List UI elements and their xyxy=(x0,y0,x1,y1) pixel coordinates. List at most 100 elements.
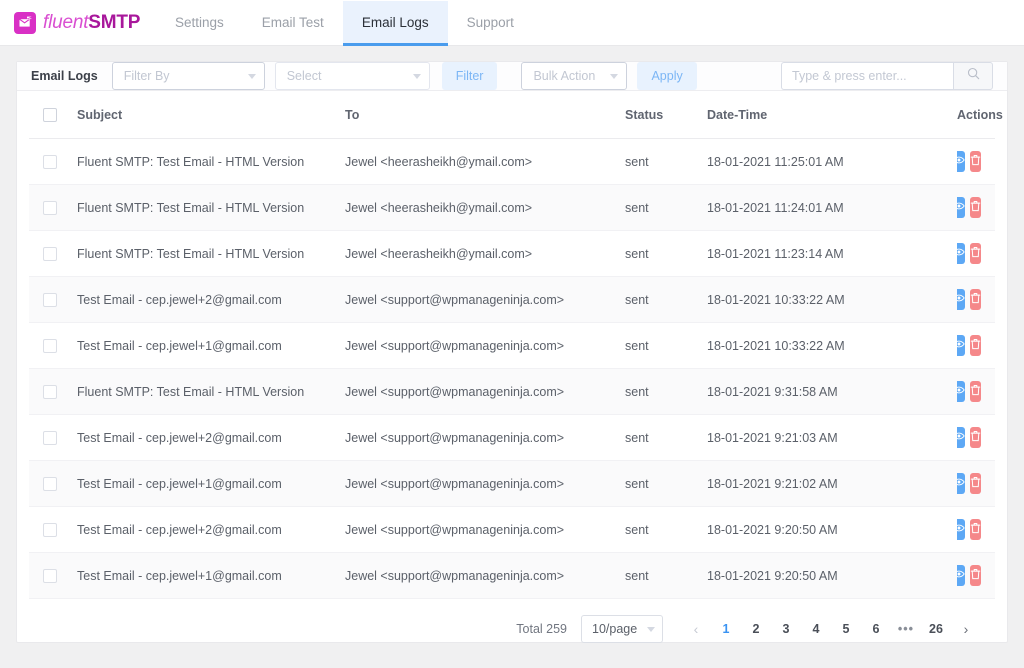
page-number-2[interactable]: 2 xyxy=(743,616,769,642)
chevron-down-icon xyxy=(247,73,256,79)
table-header-row: Subject To Status Date-Time Actions xyxy=(29,91,1003,139)
page-number-6[interactable]: 6 xyxy=(863,616,889,642)
select-all-checkbox[interactable] xyxy=(43,108,57,122)
delete-button[interactable] xyxy=(970,197,981,218)
view-button[interactable] xyxy=(957,473,965,494)
row-checkbox[interactable] xyxy=(43,568,57,583)
eye-icon xyxy=(957,338,965,353)
view-button[interactable] xyxy=(957,289,965,310)
delete-button[interactable] xyxy=(970,289,981,310)
row-checkbox[interactable] xyxy=(43,246,57,261)
trash-icon xyxy=(970,246,981,261)
view-button[interactable] xyxy=(957,565,965,586)
delete-button[interactable] xyxy=(970,565,981,586)
prev-page-button[interactable]: ‹ xyxy=(683,616,709,642)
delete-button[interactable] xyxy=(970,519,981,540)
filter-value-select-value: Select xyxy=(286,69,322,83)
row-select-cell xyxy=(29,323,77,369)
filter-by-select-value: Filter By xyxy=(123,69,170,83)
trash-icon xyxy=(970,154,981,169)
page-size-value: 10/page xyxy=(592,622,638,636)
row-select-cell xyxy=(29,139,77,185)
chevron-down-icon xyxy=(610,73,619,79)
delete-button[interactable] xyxy=(970,151,981,172)
brand-logo: fluentSMTP xyxy=(0,0,148,45)
row-checkbox[interactable] xyxy=(43,292,57,307)
page-number-5[interactable]: 5 xyxy=(833,616,859,642)
table-row: Test Email - cep.jewel+1@gmail.com Jewel … xyxy=(29,323,995,369)
delete-button[interactable] xyxy=(970,335,981,356)
cell-to: Jewel <support@wpmanageninja.com> xyxy=(345,430,565,445)
row-checkbox[interactable] xyxy=(43,384,57,399)
bulk-action-select[interactable]: Bulk Action xyxy=(521,62,628,90)
trash-icon xyxy=(970,476,981,491)
cell-subject: Test Email - cep.jewel+2@gmail.com xyxy=(77,430,282,445)
row-checkbox[interactable] xyxy=(43,522,57,537)
search-box xyxy=(781,62,993,90)
toolbar-title: Email Logs xyxy=(31,69,98,83)
table-row: Fluent SMTP: Test Email - HTML Version Je… xyxy=(29,139,995,185)
delete-button[interactable] xyxy=(970,427,981,448)
delete-button[interactable] xyxy=(970,243,981,264)
page-number-26[interactable]: 26 xyxy=(923,616,949,642)
cell-to: Jewel <support@wpmanageninja.com> xyxy=(345,568,565,583)
row-checkbox[interactable] xyxy=(43,430,57,445)
cell-datetime: 18-01-2021 9:31:58 AM xyxy=(707,384,838,399)
cell-datetime: 18-01-2021 10:33:22 AM xyxy=(707,292,845,307)
cell-actions: Resend xyxy=(957,323,995,369)
row-checkbox[interactable] xyxy=(43,200,57,215)
cell-subject: Test Email - cep.jewel+1@gmail.com xyxy=(77,568,282,583)
row-action-group: Resend xyxy=(957,427,995,448)
logs-table-container: Subject To Status Date-Time Actions Flue… xyxy=(17,91,1007,599)
page-number-3[interactable]: 3 xyxy=(773,616,799,642)
select-all-header xyxy=(29,91,77,139)
trash-icon xyxy=(970,522,981,537)
view-button[interactable] xyxy=(957,381,965,402)
page-number-1[interactable]: 1 xyxy=(713,616,739,642)
delete-button[interactable] xyxy=(970,381,981,402)
cell-datetime: 18-01-2021 11:23:14 AM xyxy=(707,246,844,261)
cell-actions: Resend xyxy=(957,553,995,599)
cell-datetime: 18-01-2021 9:20:50 AM xyxy=(707,568,838,583)
row-action-group: Resend xyxy=(957,289,995,310)
view-button[interactable] xyxy=(957,151,965,172)
row-action-group: Resend xyxy=(957,197,995,218)
row-checkbox[interactable] xyxy=(43,476,57,491)
search-button[interactable] xyxy=(953,62,993,90)
page-size-select[interactable]: 10/page xyxy=(581,615,663,643)
view-button[interactable] xyxy=(957,243,965,264)
view-button[interactable] xyxy=(957,197,965,218)
page-number-4[interactable]: 4 xyxy=(803,616,829,642)
table-row: Fluent SMTP: Test Email - HTML Version Je… xyxy=(29,184,995,231)
trash-icon xyxy=(970,200,981,215)
next-page-button[interactable]: › xyxy=(953,616,979,642)
envelope-icon xyxy=(14,11,36,34)
tab-settings[interactable]: Settings xyxy=(156,1,243,46)
tab-email-logs[interactable]: Email Logs xyxy=(342,1,448,46)
filter-by-select[interactable]: Filter By xyxy=(111,62,265,90)
cell-status: sent xyxy=(625,430,649,445)
view-button[interactable] xyxy=(957,519,965,540)
row-select-cell xyxy=(29,461,77,507)
apply-button[interactable]: Apply xyxy=(637,62,697,90)
row-select-cell xyxy=(29,231,77,277)
row-checkbox[interactable] xyxy=(43,154,57,169)
row-action-group: Resend xyxy=(957,473,995,494)
table-row: Test Email - cep.jewel+1@gmail.com Jewel … xyxy=(29,552,995,599)
search-input[interactable] xyxy=(781,62,953,90)
tab-support[interactable]: Support xyxy=(448,1,533,46)
table-row: Test Email - cep.jewel+1@gmail.com Jewel … xyxy=(29,460,995,507)
row-checkbox[interactable] xyxy=(43,338,57,353)
cell-subject: Test Email - cep.jewel+2@gmail.com xyxy=(77,522,282,537)
chevron-down-icon xyxy=(647,626,655,632)
tab-email-test[interactable]: Email Test xyxy=(243,1,343,46)
view-button[interactable] xyxy=(957,427,965,448)
filter-button[interactable]: Filter xyxy=(441,62,498,90)
page-ellipsis: ••• xyxy=(897,622,915,636)
cell-to: Jewel <heerasheikh@ymail.com> xyxy=(345,200,533,215)
filter-value-select[interactable]: Select xyxy=(274,62,430,90)
cell-datetime: 18-01-2021 10:33:22 AM xyxy=(707,338,845,353)
eye-icon xyxy=(957,292,965,307)
delete-button[interactable] xyxy=(970,473,981,494)
view-button[interactable] xyxy=(957,335,965,356)
